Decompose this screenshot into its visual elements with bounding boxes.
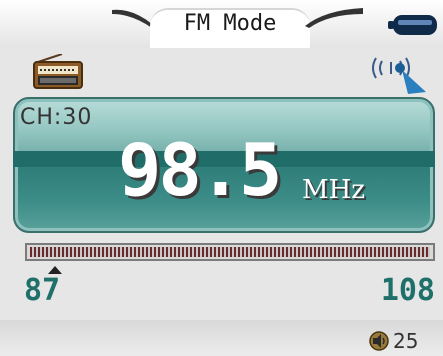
channel-label: CH:30 bbox=[20, 105, 93, 130]
frequency-value: 98.5 bbox=[118, 128, 282, 212]
volume-level: 25 bbox=[393, 329, 419, 353]
signal-icon bbox=[372, 57, 426, 94]
volume-icon bbox=[369, 331, 389, 351]
battery-icon bbox=[388, 15, 437, 35]
title-right-wing bbox=[305, 8, 363, 28]
tuner-ticks bbox=[30, 247, 430, 257]
frequency-unit: MHz bbox=[302, 175, 365, 205]
range-max-label: 108 bbox=[380, 273, 435, 308]
range-min-label: 87 bbox=[24, 273, 61, 308]
tuner-bar[interactable] bbox=[25, 243, 435, 261]
title-left-wing bbox=[112, 9, 152, 28]
page-title: FM Mode bbox=[183, 11, 277, 36]
radio-icon bbox=[33, 54, 83, 89]
